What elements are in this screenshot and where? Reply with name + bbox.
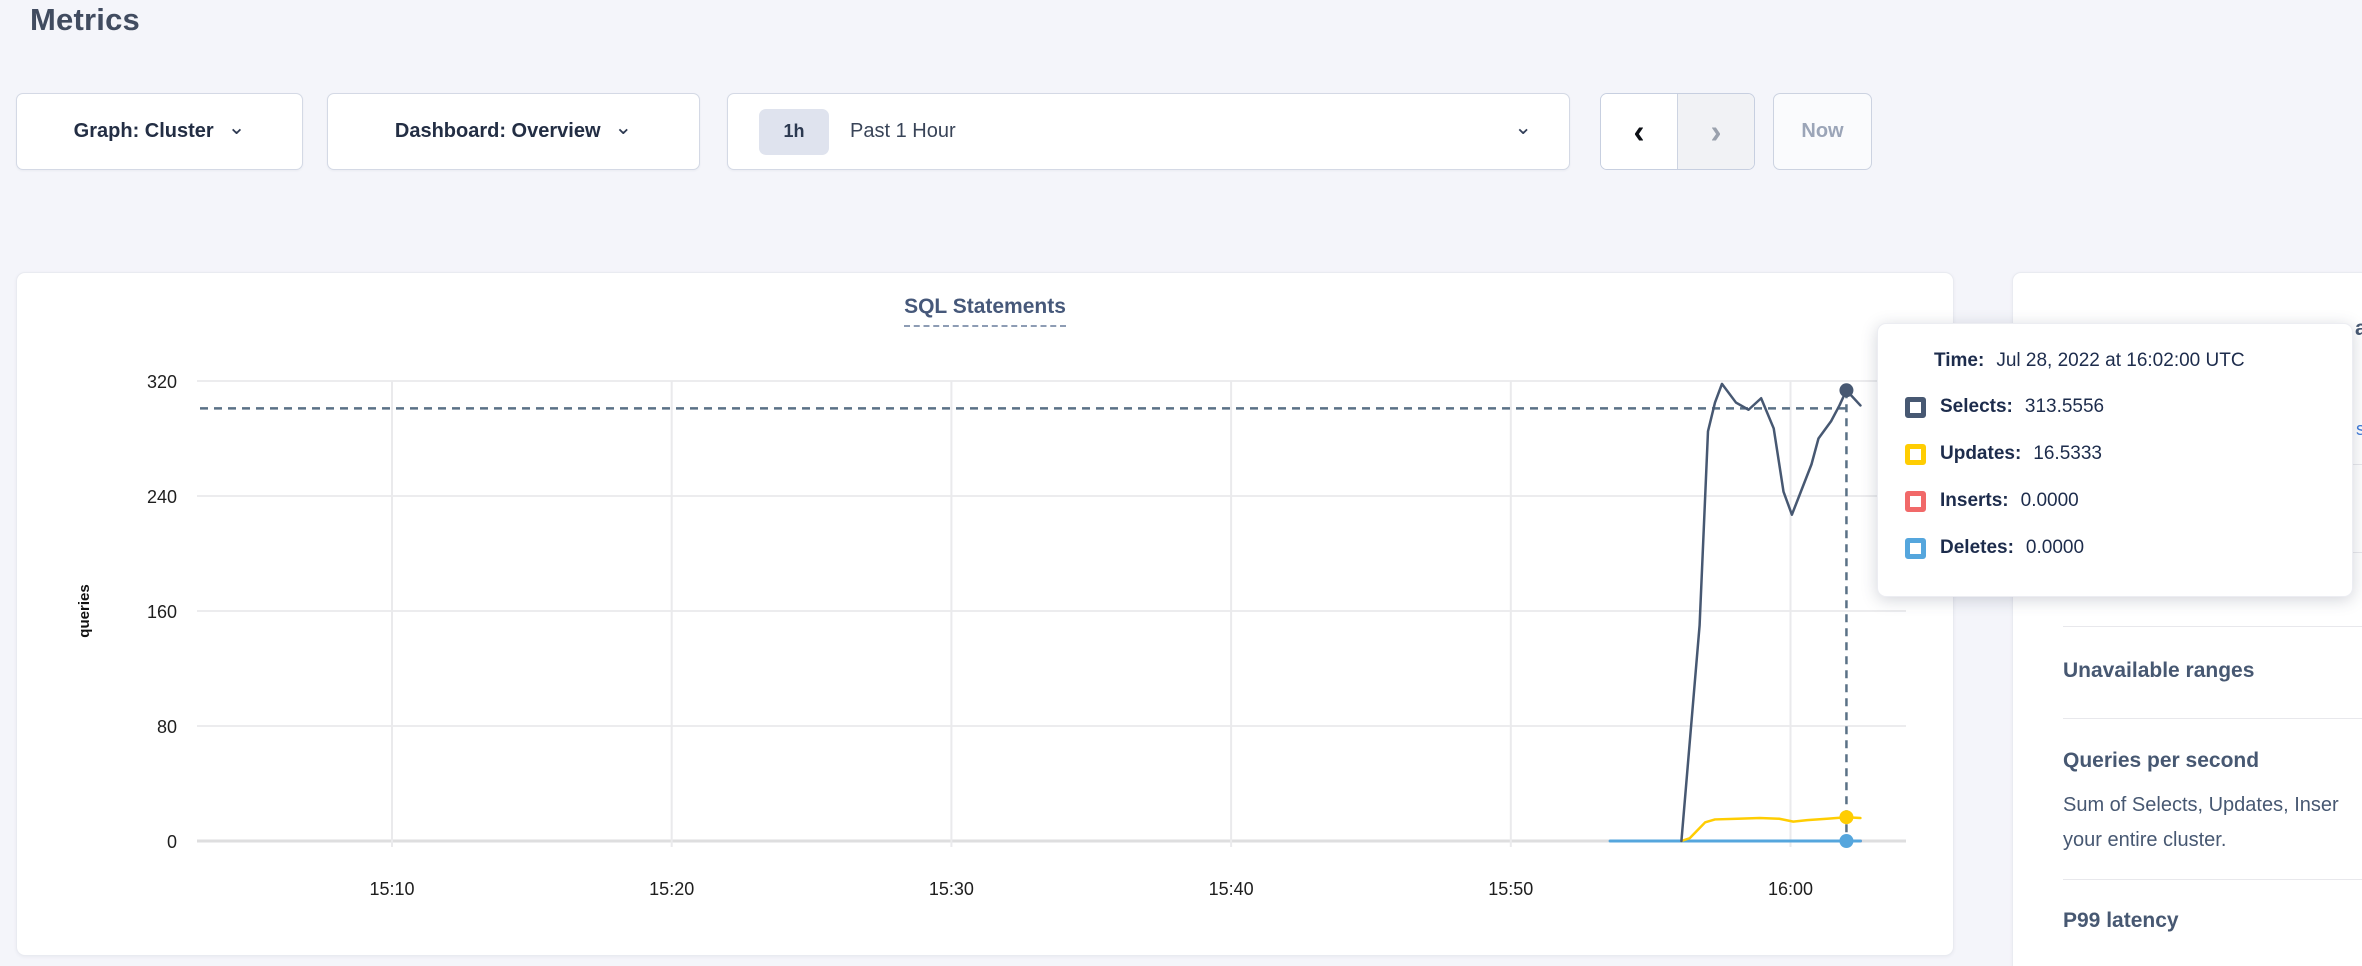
sidebar-heading-p99-latency: P99 latency <box>2063 909 2179 933</box>
clipped-link-fragment[interactable]: s <box>2356 419 2362 440</box>
sidebar-description-queries-per-second: Sum of Selects, Updates, Inser your enti… <box>2063 788 2362 858</box>
previous-interval-button[interactable]: ‹ <box>1601 94 1677 169</box>
graph-dropdown[interactable]: Graph: Cluster ⌄ <box>16 93 303 170</box>
chart-hover-tooltip: Time: Jul 28, 2022 at 16:02:00 UTC Selec… <box>1877 323 2353 597</box>
sql-statements-chart-card: SQL Statements 08016024032015:1015:2015:… <box>16 272 1954 956</box>
chevron-left-icon: ‹ <box>1634 113 1645 151</box>
tooltip-time-row: Time: Jul 28, 2022 at 16:02:00 UTC <box>1934 350 2245 372</box>
divider <box>2063 718 2362 719</box>
tooltip-series-row: Updates: 16.5333 <box>1905 443 2102 465</box>
chevron-down-icon: ⌄ <box>1514 115 1532 140</box>
y-axis-label: queries <box>76 584 93 637</box>
time-range-dropdown[interactable]: 1h Past 1 Hour ⌄ <box>727 93 1570 170</box>
now-button[interactable]: Now <box>1773 93 1872 170</box>
tooltip-series-row: Inserts: 0.0000 <box>1905 490 2079 512</box>
tooltip-time-label: Time: <box>1934 350 1984 372</box>
tooltip-series-row: Deletes: 0.0000 <box>1905 537 2084 559</box>
y-tick-label: 240 <box>147 487 177 507</box>
inserts-series-swatch-icon <box>1905 491 1926 512</box>
tooltip-series-row: Selects: 313.5556 <box>1905 396 2104 418</box>
graph-dropdown-label: Graph: Cluster <box>74 120 214 143</box>
sidebar-heading-queries-per-second: Queries per second <box>2063 749 2259 773</box>
y-tick-label: 160 <box>147 602 177 622</box>
y-tick-label: 0 <box>167 832 177 852</box>
deletes-hover-dot <box>1839 834 1853 848</box>
time-range-label: Past 1 Hour <box>850 120 956 143</box>
y-tick-label: 80 <box>157 717 177 737</box>
selects-hover-dot <box>1839 383 1853 397</box>
sidebar-heading-unavailable-ranges: Unavailable ranges <box>2063 659 2254 683</box>
updates-line <box>1681 817 1860 841</box>
divider <box>2063 879 2362 880</box>
clipped-heading-fragment: a <box>2355 317 2362 341</box>
x-tick-label: 15:20 <box>649 879 694 899</box>
selects-series-swatch-icon <box>1905 397 1926 418</box>
tooltip-time-value: Jul 28, 2022 at 16:02:00 UTC <box>1996 350 2244 372</box>
divider <box>2063 626 2362 627</box>
time-range-badge: 1h <box>759 109 829 155</box>
x-tick-label: 15:40 <box>1209 879 1254 899</box>
x-tick-label: 15:50 <box>1488 879 1533 899</box>
updates-series-swatch-icon <box>1905 444 1926 465</box>
y-tick-label: 320 <box>147 372 177 392</box>
page-title: Metrics <box>30 2 140 38</box>
updates-hover-dot <box>1839 810 1853 824</box>
sql-statements-chart[interactable]: 0 80 160 240 320 15:10 15:20 15:30 15:40 15:50 16:… <box>17 273 1955 957</box>
next-interval-button[interactable]: › <box>1677 94 1754 169</box>
time-step-buttons: ‹ › <box>1600 93 1755 170</box>
x-tick-label: 15:30 <box>929 879 974 899</box>
chevron-down-icon: ⌄ <box>615 115 633 140</box>
deletes-series-swatch-icon <box>1905 538 1926 559</box>
x-tick-label: 16:00 <box>1768 879 1813 899</box>
dashboard-dropdown[interactable]: Dashboard: Overview ⌄ <box>327 93 700 170</box>
chevron-down-icon: ⌄ <box>228 115 246 140</box>
selects-line <box>1681 384 1860 841</box>
chevron-right-icon: › <box>1711 113 1722 151</box>
x-tick-label: 15:10 <box>369 879 414 899</box>
dashboard-dropdown-label: Dashboard: Overview <box>395 120 601 143</box>
